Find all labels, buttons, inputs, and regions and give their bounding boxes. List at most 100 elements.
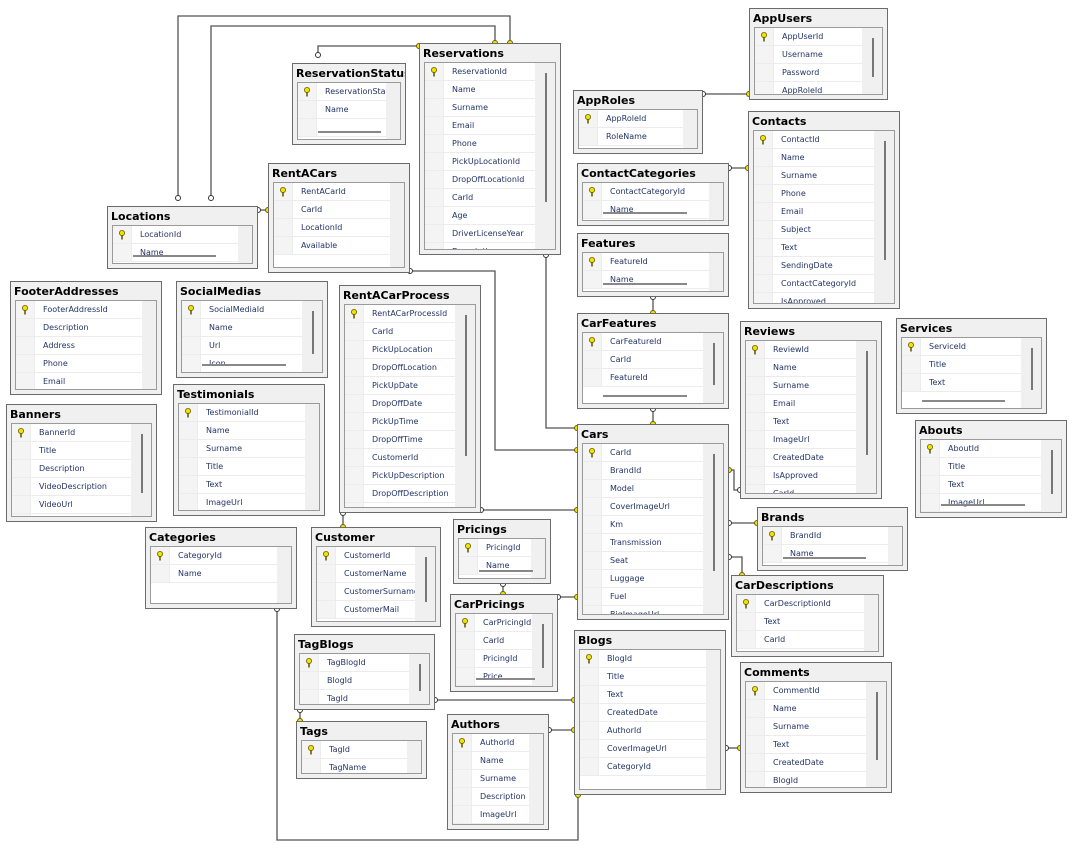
table-title[interactable]: ContactCategories (578, 164, 728, 181)
vertical-scrollbar[interactable] (312, 311, 314, 354)
column-row[interactable]: BrandId (583, 462, 703, 480)
vertical-scrollbar[interactable] (872, 38, 874, 77)
column-row[interactable]: Description (453, 788, 529, 806)
column-row[interactable]: Fuel (583, 588, 703, 606)
column-row[interactable]: Name (453, 752, 529, 770)
horizontal-scrollbar[interactable] (603, 212, 687, 214)
column-row[interactable]: CreatedDate (746, 754, 866, 772)
horizontal-scrollbar[interactable] (133, 255, 217, 257)
column-row[interactable]: Age (425, 207, 535, 225)
column-row[interactable]: Email (746, 395, 856, 413)
table-title[interactable]: Pricings (454, 520, 550, 537)
column-row[interactable]: CarFeatureId (583, 333, 703, 351)
table-title[interactable]: Authors (448, 715, 548, 732)
column-row[interactable]: Text (746, 736, 866, 754)
column-row[interactable]: Title (179, 458, 305, 476)
column-row[interactable]: Surname (754, 167, 874, 185)
column-row[interactable]: Name (182, 319, 302, 337)
column-row[interactable]: BigImageUrl (583, 606, 703, 614)
vertical-scrollbar[interactable] (141, 434, 143, 493)
horizontal-scrollbar[interactable] (783, 557, 867, 559)
column-row[interactable]: Surname (179, 440, 305, 458)
column-row[interactable]: AppRoleId (579, 110, 683, 128)
column-row[interactable]: SocialMediaId (182, 301, 302, 319)
column-row[interactable]: CustomerId (317, 547, 415, 565)
table-reviews[interactable]: Reviews ReviewId Name Surname Email Text Image… (740, 321, 882, 499)
column-row[interactable]: Price (456, 668, 532, 686)
table-title[interactable]: SocialMedias (177, 282, 327, 299)
column-row[interactable]: DropOffLocation (345, 359, 455, 377)
column-row[interactable]: Title (12, 442, 131, 460)
table-footeraddresses[interactable]: FooterAddresses FooterAddressId Descriptio… (10, 281, 162, 395)
column-row[interactable]: Password (755, 64, 862, 82)
relationship-line[interactable] (729, 556, 743, 575)
column-row[interactable]: Name (746, 700, 866, 718)
column-row[interactable]: BlogId (746, 772, 866, 787)
table-title[interactable]: Testimonials (174, 385, 324, 402)
table-title[interactable]: Reservations (420, 44, 560, 61)
table-reservations[interactable]: Reservations ReservationId Name Surname Emai… (419, 43, 561, 255)
vertical-scrollbar[interactable] (542, 624, 544, 668)
column-row[interactable]: CarId (583, 351, 703, 369)
column-row[interactable]: IsApproved (746, 467, 856, 485)
column-row[interactable]: Address (16, 337, 142, 355)
column-row[interactable]: Km (583, 516, 703, 534)
column-row[interactable]: CarDescriptionId (737, 595, 864, 613)
column-row[interactable]: ImageUrl (453, 806, 529, 824)
column-row[interactable]: CarId (274, 201, 390, 219)
table-authors[interactable]: Authors AuthorId Name Surname Description Ima… (447, 714, 549, 830)
column-row[interactable]: Description (425, 243, 535, 249)
vertical-scrollbar[interactable] (1051, 450, 1053, 494)
column-row[interactable]: VideoDescription (12, 478, 131, 496)
column-row[interactable]: Name (583, 271, 709, 289)
column-row[interactable]: Name (763, 545, 888, 563)
column-row[interactable]: TagId (300, 690, 409, 704)
vertical-scrollbar[interactable] (713, 343, 715, 385)
table-title[interactable]: CarDescriptions (732, 576, 883, 593)
column-row[interactable]: VideoUrl (12, 496, 131, 514)
column-row[interactable]: ReservationStatusId (298, 83, 386, 101)
column-row[interactable]: Name (754, 149, 874, 167)
column-row[interactable]: ImageUrl (12, 514, 131, 516)
column-row[interactable]: ContactId (754, 131, 874, 149)
column-row[interactable]: Luggage (583, 570, 703, 588)
column-row[interactable]: CarId (425, 189, 535, 207)
column-row[interactable]: Name (151, 565, 277, 583)
horizontal-scrollbar[interactable] (941, 504, 1025, 506)
column-row[interactable]: TagName (302, 759, 407, 773)
vertical-scrollbar[interactable] (866, 351, 868, 455)
column-row[interactable]: ImageUrl (921, 494, 1041, 512)
column-row[interactable]: TagBlogId (300, 654, 409, 672)
table-appusers[interactable]: AppUsers AppUserId Username Password AppRole… (749, 8, 888, 100)
table-blogs[interactable]: Blogs BlogId Title Text CreatedDate AuthorId C… (574, 630, 726, 795)
table-testimonials[interactable]: Testimonials TestimonialId Name Surname Titl… (173, 384, 325, 516)
column-row[interactable]: PickUpLocation (345, 341, 455, 359)
column-row[interactable]: RoleName (579, 128, 683, 146)
vertical-scrollbar[interactable] (545, 73, 547, 202)
column-row[interactable]: Text (921, 476, 1041, 494)
column-row[interactable]: PickUpTime (345, 413, 455, 431)
horizontal-scrollbar[interactable] (202, 364, 286, 366)
table-title[interactable]: ReservationStatuses (293, 64, 405, 81)
column-row[interactable]: CreatedDate (746, 449, 856, 467)
vertical-scrollbar[interactable] (425, 557, 427, 602)
table-title[interactable]: Categories (146, 528, 296, 545)
column-row[interactable]: SendingDate (754, 257, 874, 275)
horizontal-scrollbar[interactable] (476, 678, 536, 680)
horizontal-scrollbar[interactable] (603, 395, 687, 397)
column-row[interactable]: ReservationId (425, 63, 535, 81)
horizontal-scrollbar[interactable] (479, 570, 533, 572)
column-row[interactable]: ImageUrl (179, 494, 305, 510)
column-row[interactable]: Title (902, 356, 1021, 374)
table-tagblogs[interactable]: TagBlogs TagBlogId BlogId TagId (294, 634, 435, 710)
table-title[interactable]: AppUsers (750, 9, 887, 26)
column-row[interactable]: Description (16, 319, 142, 337)
table-carfeatures[interactable]: CarFeatures CarFeatureId CarId FeatureId (577, 313, 729, 409)
column-row[interactable]: CarId (583, 444, 703, 462)
column-row[interactable]: PricingId (456, 650, 532, 668)
column-row[interactable]: Text (737, 613, 864, 631)
vertical-scrollbar[interactable] (419, 664, 421, 691)
table-title[interactable]: RentACars (269, 164, 409, 181)
column-row[interactable]: Text (179, 476, 305, 494)
column-row[interactable]: PricingId (459, 539, 531, 557)
